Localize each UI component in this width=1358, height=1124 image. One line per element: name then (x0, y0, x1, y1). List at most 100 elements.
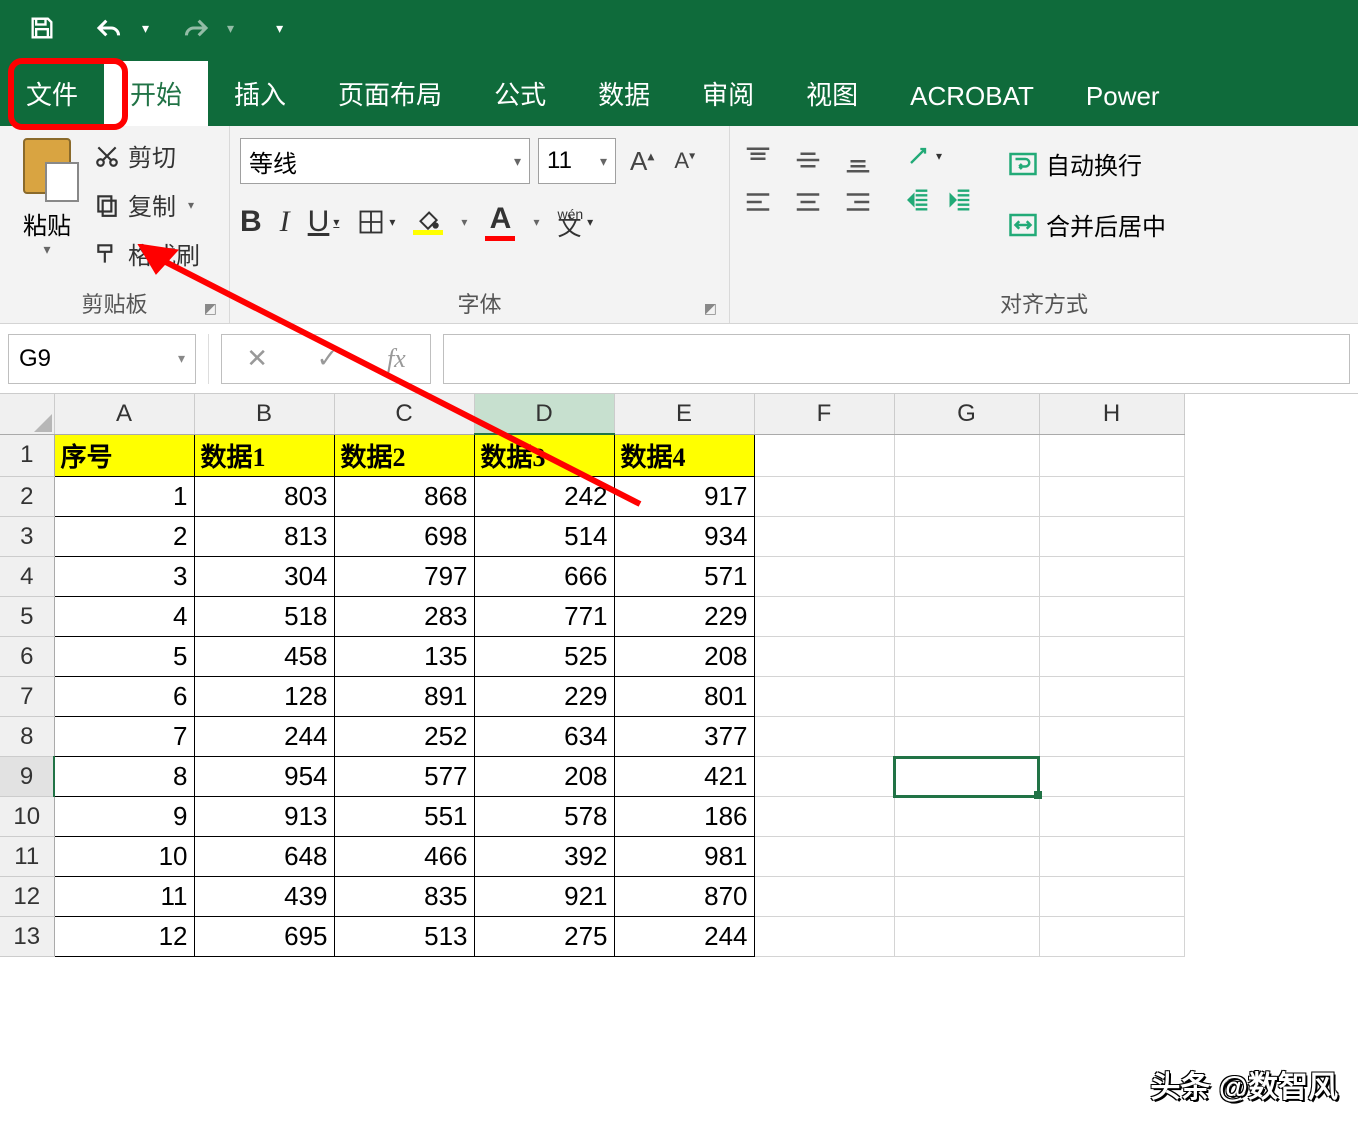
cell-A2[interactable]: 1 (54, 477, 194, 517)
cell-G7[interactable] (894, 677, 1039, 717)
undo-button[interactable] (88, 6, 132, 50)
merge-center-button[interactable]: 合并后居中 (1002, 203, 1172, 246)
bold-button[interactable]: B (240, 205, 262, 239)
cell-G2[interactable] (894, 477, 1039, 517)
decrease-indent-button[interactable] (904, 186, 932, 214)
cell-B5[interactable]: 518 (194, 597, 334, 637)
column-header-C[interactable]: C (334, 394, 474, 434)
select-all-corner[interactable] (0, 394, 54, 434)
underline-button[interactable]: U▾ (308, 205, 340, 239)
cell-A12[interactable]: 11 (54, 877, 194, 917)
font-color-button[interactable]: A (485, 202, 515, 241)
orientation-button[interactable]: ▾ (904, 142, 974, 170)
cell-A6[interactable]: 5 (54, 637, 194, 677)
cell-H12[interactable] (1039, 877, 1184, 917)
cell-H3[interactable] (1039, 517, 1184, 557)
cell-G12[interactable] (894, 877, 1039, 917)
cell-E2[interactable]: 917 (614, 477, 754, 517)
cell-B10[interactable]: 913 (194, 797, 334, 837)
align-middle-button[interactable] (790, 142, 826, 178)
cell-G4[interactable] (894, 557, 1039, 597)
undo-dropdown-icon[interactable]: ▾ (142, 20, 149, 37)
copy-dropdown-icon[interactable]: ▾ (188, 198, 194, 212)
align-bottom-button[interactable] (840, 142, 876, 178)
cell-D5[interactable]: 771 (474, 597, 614, 637)
cell-B1[interactable]: 数据1 (194, 434, 334, 477)
align-top-button[interactable] (740, 142, 776, 178)
cell-C11[interactable]: 466 (334, 837, 474, 877)
cut-button[interactable]: 剪切 (94, 138, 200, 173)
row-header-9[interactable]: 9 (0, 757, 54, 797)
cell-F12[interactable] (754, 877, 894, 917)
tab-insert[interactable]: 插入 (208, 61, 312, 126)
cell-B13[interactable]: 695 (194, 917, 334, 957)
cell-C6[interactable]: 135 (334, 637, 474, 677)
cell-F9[interactable] (754, 757, 894, 797)
cell-A5[interactable]: 4 (54, 597, 194, 637)
cell-G8[interactable] (894, 717, 1039, 757)
increase-indent-button[interactable] (946, 186, 974, 214)
cell-A13[interactable]: 12 (54, 917, 194, 957)
cell-C4[interactable]: 797 (334, 557, 474, 597)
cell-H10[interactable] (1039, 797, 1184, 837)
cell-B8[interactable]: 244 (194, 717, 334, 757)
cell-E8[interactable]: 377 (614, 717, 754, 757)
cell-C5[interactable]: 283 (334, 597, 474, 637)
cell-D3[interactable]: 514 (474, 517, 614, 557)
cell-E6[interactable]: 208 (614, 637, 754, 677)
spreadsheet-grid[interactable]: ABCDEFGH1序号数据1数据2数据3数据421803868242917328… (0, 394, 1358, 957)
row-header-8[interactable]: 8 (0, 717, 54, 757)
cell-G3[interactable] (894, 517, 1039, 557)
tab-file[interactable]: 文件 (0, 61, 104, 126)
tab-home[interactable]: 开始 (104, 61, 208, 126)
enter-formula-button[interactable]: ✓ (317, 343, 339, 374)
cell-G9[interactable] (894, 757, 1039, 797)
cell-B4[interactable]: 304 (194, 557, 334, 597)
row-header-13[interactable]: 13 (0, 917, 54, 957)
wrap-text-button[interactable]: 自动换行 (1002, 142, 1172, 185)
cell-E5[interactable]: 229 (614, 597, 754, 637)
tab-formulas[interactable]: 公式 (468, 61, 572, 126)
font-launcher-icon[interactable]: ◩ (704, 300, 717, 317)
column-header-G[interactable]: G (894, 394, 1039, 434)
qat-customize-icon[interactable]: ▾ (276, 20, 283, 37)
cell-F2[interactable] (754, 477, 894, 517)
column-header-B[interactable]: B (194, 394, 334, 434)
cell-H13[interactable] (1039, 917, 1184, 957)
cell-C7[interactable]: 891 (334, 677, 474, 717)
cell-B12[interactable]: 439 (194, 877, 334, 917)
row-header-2[interactable]: 2 (0, 477, 54, 517)
phonetic-button[interactable]: wén文▾ (557, 207, 593, 237)
cell-D2[interactable]: 242 (474, 477, 614, 517)
row-header-7[interactable]: 7 (0, 677, 54, 717)
cell-D10[interactable]: 578 (474, 797, 614, 837)
name-box[interactable]: G9 ▾ (8, 334, 196, 384)
cell-H2[interactable] (1039, 477, 1184, 517)
cell-E11[interactable]: 981 (614, 837, 754, 877)
cell-F1[interactable] (754, 434, 894, 477)
cell-G6[interactable] (894, 637, 1039, 677)
cell-A10[interactable]: 9 (54, 797, 194, 837)
cell-C13[interactable]: 513 (334, 917, 474, 957)
cell-C2[interactable]: 868 (334, 477, 474, 517)
tab-view[interactable]: 视图 (780, 61, 884, 126)
cell-G5[interactable] (894, 597, 1039, 637)
cell-E10[interactable]: 186 (614, 797, 754, 837)
cell-G11[interactable] (894, 837, 1039, 877)
increase-font-button[interactable]: A▴ (624, 142, 660, 181)
cell-F7[interactable] (754, 677, 894, 717)
cell-C10[interactable]: 551 (334, 797, 474, 837)
cell-A7[interactable]: 6 (54, 677, 194, 717)
cell-G1[interactable] (894, 434, 1039, 477)
cell-B11[interactable]: 648 (194, 837, 334, 877)
cell-A4[interactable]: 3 (54, 557, 194, 597)
column-header-E[interactable]: E (614, 394, 754, 434)
align-center-button[interactable] (790, 184, 826, 220)
row-header-1[interactable]: 1 (0, 434, 54, 477)
cell-H1[interactable] (1039, 434, 1184, 477)
cancel-formula-button[interactable]: ✕ (246, 343, 268, 374)
insert-function-button[interactable]: fx (387, 344, 406, 374)
redo-button[interactable] (173, 6, 217, 50)
cell-D8[interactable]: 634 (474, 717, 614, 757)
cell-C3[interactable]: 698 (334, 517, 474, 557)
